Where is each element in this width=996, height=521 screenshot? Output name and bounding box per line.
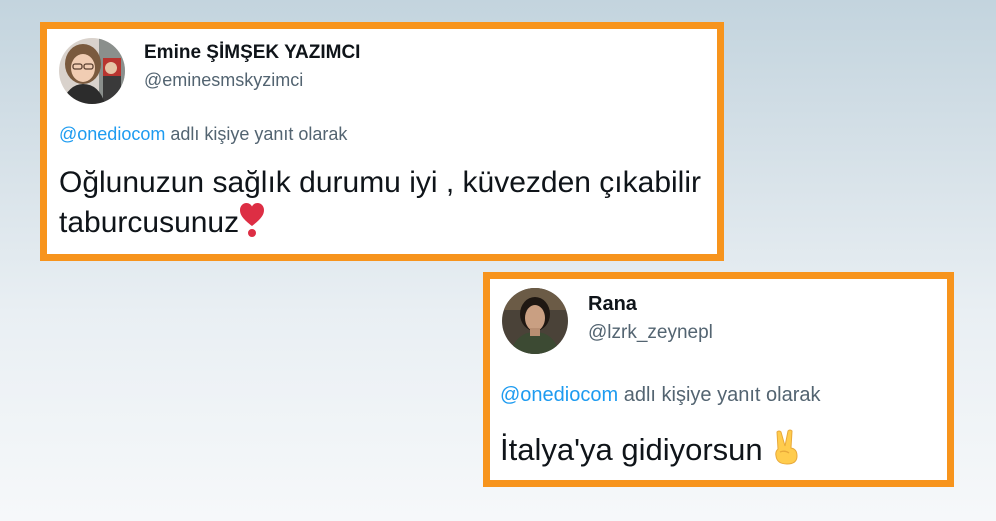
reply-label: adlı kişiye yanıt olarak [618, 384, 821, 406]
user-handle[interactable]: @eminesmskyzimci [144, 70, 303, 91]
tweet-text: İtalya'ya gidiyorsun [500, 428, 940, 476]
tweet-frame-1: Emine ŞİMŞEK YAZIMCI @eminesmskyzimci @o… [40, 22, 724, 261]
avatar-image [59, 38, 125, 104]
avatar-image [502, 288, 568, 354]
avatar[interactable] [502, 288, 568, 354]
tweet-card: Rana @lzrk_zeynepl @onediocom adlı kişiy… [490, 279, 947, 480]
reply-context: @onediocom adlı kişiye yanıt olarak [59, 124, 347, 145]
heavy-heart-exclamation-icon [239, 202, 265, 248]
display-name[interactable]: Emine ŞİMŞEK YAZIMCI [144, 42, 360, 64]
tweet-frame-2: Rana @lzrk_zeynepl @onediocom adlı kişiy… [483, 272, 954, 487]
victory-hand-icon [771, 428, 801, 476]
mention-link[interactable]: @onediocom [500, 384, 618, 406]
user-handle[interactable]: @lzrk_zeynepl [588, 322, 713, 344]
reply-context: @onediocom adlı kişiye yanıt olarak [500, 384, 820, 407]
tweet-text: Oğlunuzun sağlık durumu iyi , küvezden ç… [59, 164, 719, 249]
display-name[interactable]: Rana [588, 293, 637, 316]
reply-label: adlı kişiye yanıt olarak [165, 124, 348, 144]
tweet-card: Emine ŞİMŞEK YAZIMCI @eminesmskyzimci @o… [47, 29, 717, 254]
mention-link[interactable]: @onediocom [59, 124, 165, 144]
tweet-text-line: İtalya'ya gidiyorsun [500, 432, 772, 467]
avatar[interactable] [59, 38, 125, 104]
tweet-text-line: taburcusunuz [59, 206, 240, 240]
tweet-text-line: Oğlunuzun sağlık durumu iyi , küvezden ç… [59, 166, 701, 199]
